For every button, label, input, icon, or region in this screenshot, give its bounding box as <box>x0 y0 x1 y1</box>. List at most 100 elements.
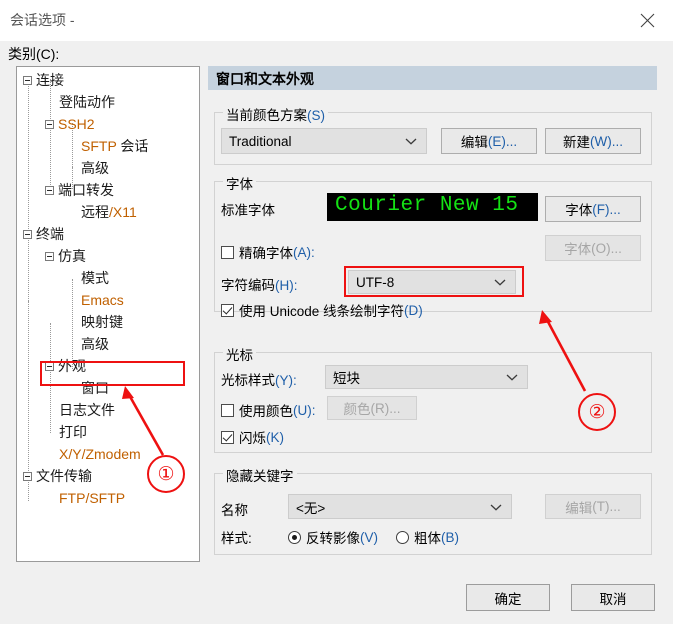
tree-expander-icon[interactable] <box>45 251 54 261</box>
tree-item-label: 日志文件 <box>59 402 115 418</box>
cursor-color-button-label: 颜色 <box>343 402 371 417</box>
checkbox-box <box>221 245 234 259</box>
tree-item-6[interactable]: 远程/X11 <box>67 201 137 223</box>
tree-item-12[interactable]: 高级 <box>67 333 109 355</box>
cursor-style-label-text: 光标样式 <box>221 373 275 388</box>
font-button[interactable]: 字体 (F)... <box>545 196 641 222</box>
normal-font-label-text: 标准字体 <box>221 203 275 218</box>
chevron-down-icon <box>490 499 502 514</box>
tree-item-4[interactable]: 高级 <box>67 157 109 179</box>
radio-bold[interactable]: 粗体 (B) <box>396 527 459 547</box>
tree-item-label: 端口转发 <box>58 182 114 198</box>
tree-item-18[interactable]: 文件传输 <box>23 465 92 487</box>
tree-item-label: Emacs <box>81 292 124 308</box>
keyword-edit-button-mn: (T)... <box>592 499 621 514</box>
tree-item-19[interactable]: FTP/SFTP <box>45 487 125 509</box>
keyword-edit-button[interactable]: 编辑 (T)... <box>545 494 641 519</box>
font-button-label: 字体 <box>565 203 593 218</box>
tree-item-8[interactable]: 仿真 <box>45 245 86 267</box>
chevron-down-icon <box>506 370 518 385</box>
charset-select[interactable]: UTF-8 <box>348 270 516 294</box>
tree-item-label: 高级 <box>81 160 109 176</box>
cursor-group-title-text: 光标 <box>226 348 253 363</box>
color-scheme-select[interactable]: Traditional <box>221 128 427 154</box>
blink-label: 闪烁 <box>239 431 266 446</box>
tree-item-1[interactable]: 登陆动作 <box>45 91 115 113</box>
color-scheme-new-button[interactable]: 新建 (W)... <box>545 128 641 154</box>
keyword-group-title: 隐藏关键字 <box>223 465 297 485</box>
tree-item-label: 模式 <box>81 270 109 286</box>
title-bar: 会话选项 - <box>0 0 673 41</box>
tree-item-9[interactable]: 模式 <box>67 267 109 289</box>
exact-font-label: 精确字体 <box>239 246 293 261</box>
tree-item-3[interactable]: SFTP 会话 <box>67 135 148 157</box>
radio-bold-mn: (B) <box>441 529 459 545</box>
font-group-title: 字体 <box>223 173 256 193</box>
tree-item-0[interactable]: 连接 <box>23 69 64 91</box>
tree-item-label: FTP/SFTP <box>59 490 126 506</box>
cursor-style-label: 光标样式(Y): <box>221 369 297 389</box>
panel-header: 窗口和文本外观 <box>208 66 657 90</box>
color-scheme-edit-label: 编辑 <box>460 135 488 150</box>
tree-item-label: 仿真 <box>58 248 86 264</box>
unicode-line-chars-checkbox[interactable]: 使用 Unicode 线条绘制字符 (D) <box>221 300 423 320</box>
session-options-dialog: 会话选项 - 类别(C): 连接 登陆动作 SSH2 SFTP 会话 高级 端口转发 远程/… <box>0 0 673 624</box>
tree-expander-icon[interactable] <box>45 185 54 195</box>
tree-line <box>28 79 30 301</box>
keyword-style-label: 样式: <box>221 527 252 547</box>
blink-mn: (K) <box>266 429 284 445</box>
exact-font-button[interactable]: 字体 (O)... <box>545 235 641 261</box>
charset-label-text: 字符编码 <box>221 278 275 293</box>
category-tree[interactable]: 连接 登陆动作 SSH2 SFTP 会话 高级 端口转发 远程/X11 终端 仿真 模式 Emacs… <box>16 66 200 562</box>
tree-item-15[interactable]: 日志文件 <box>45 399 115 421</box>
font-preview: Courier New 15 <box>327 193 538 221</box>
tree-item-5[interactable]: 端口转发 <box>45 179 114 201</box>
radio-reverse-video[interactable]: 反转影像 (V) <box>288 527 378 547</box>
tree-item-label: 终端 <box>36 226 64 242</box>
tree-item-16[interactable]: 打印 <box>45 421 87 443</box>
cancel-button[interactable]: 取消 <box>571 584 655 611</box>
color-scheme-value: Traditional <box>229 133 292 149</box>
tree-item-14[interactable]: 窗口 <box>67 377 109 399</box>
tree-item-7[interactable]: 终端 <box>23 223 64 245</box>
blink-checkbox[interactable]: 闪烁 (K) <box>221 427 284 447</box>
normal-font-label: 标准字体 <box>221 199 275 219</box>
cursor-style-select[interactable]: 短块 <box>325 365 528 389</box>
tree-item-11[interactable]: 映射键 <box>67 311 123 333</box>
color-scheme-edit-button[interactable]: 编辑 (E)... <box>441 128 537 154</box>
category-label-text: 类别(C): <box>8 46 60 62</box>
exact-font-button-label: 字体 <box>564 242 592 257</box>
tree-item-13[interactable]: 外观 <box>45 355 86 377</box>
tree-item-2[interactable]: SSH2 <box>45 113 95 135</box>
panel-header-text: 窗口和文本外观 <box>216 71 314 87</box>
tree-expander-icon[interactable] <box>23 75 32 85</box>
tree-item-17[interactable]: X/Y/Zmodem <box>45 443 141 465</box>
cursor-style-label-mn: (Y): <box>275 373 297 388</box>
cursor-style-value: 短块 <box>333 371 360 386</box>
radio-bold-label: 粗体 <box>414 531 441 546</box>
cursor-color-button-mn: (R)... <box>370 400 401 416</box>
close-icon[interactable] <box>627 6 667 34</box>
cursor-color-button[interactable]: 颜色 (R)... <box>327 396 417 420</box>
tree-item-10[interactable]: Emacs <box>67 289 124 311</box>
radio-circle <box>396 530 409 544</box>
checkbox-box <box>221 403 234 417</box>
exact-font-button-mn: (O)... <box>591 240 622 256</box>
font-group-title-text: 字体 <box>226 177 253 192</box>
color-scheme-group-title: 当前颜色方案(S) <box>223 104 328 124</box>
tree-item-label: SFTP 会话 <box>81 138 149 154</box>
use-color-checkbox[interactable]: 使用颜色 (U): <box>221 400 316 420</box>
charset-label-mn: (H): <box>275 278 298 293</box>
exact-font-checkbox[interactable]: 精确字体 (A): <box>221 242 315 262</box>
tree-expander-icon[interactable] <box>45 361 54 371</box>
cursor-group-title: 光标 <box>223 344 256 364</box>
ok-button[interactable]: 确定 <box>466 584 550 611</box>
use-color-label: 使用颜色 <box>239 404 293 419</box>
tree-expander-icon[interactable] <box>23 471 32 481</box>
tree-expander-icon[interactable] <box>23 229 32 239</box>
keyword-name-select[interactable]: <无> <box>288 494 512 519</box>
tree-item-label: 远程/X11 <box>81 204 137 220</box>
tree-expander-icon[interactable] <box>45 119 54 129</box>
tree-item-label: SSH2 <box>58 116 95 132</box>
radio-reverse-video-mn: (V) <box>360 529 378 545</box>
